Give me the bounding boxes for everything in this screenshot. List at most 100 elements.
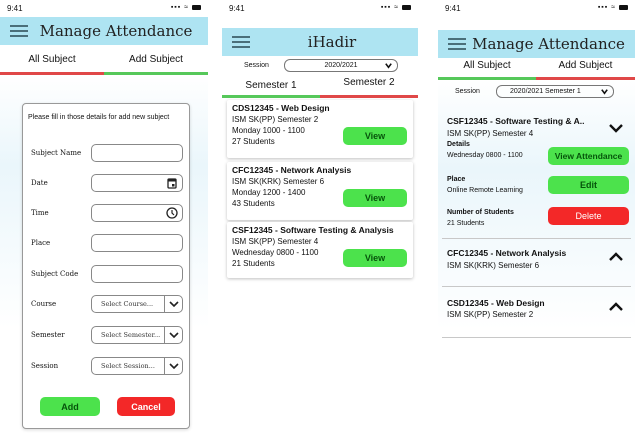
course-title: CSF12345 - Software Testing & Analysis <box>232 225 394 235</box>
tab-label: All Subject <box>28 54 76 65</box>
session-label: Session <box>244 62 269 69</box>
course-schedule: Wednesday 0800 - 1100 <box>232 248 319 257</box>
course-students: 43 Students <box>232 199 275 208</box>
date-input[interactable] <box>91 174 183 192</box>
cancel-button[interactable]: Cancel <box>117 397 175 416</box>
semester-select[interactable]: Select Semester... <box>91 326 183 344</box>
app-header: Manage Attendance <box>0 17 208 45</box>
chevron-down-icon[interactable] <box>164 358 182 374</box>
signal-wifi-battery-icon: ▪▪▪ ≈ <box>598 4 628 11</box>
place-input[interactable] <box>91 234 183 252</box>
details-value: Wednesday 0800 - 1100 <box>447 152 523 159</box>
session-selector-row: Session 2020/2021 Semester 1 <box>438 85 635 99</box>
add-button[interactable]: Add <box>40 397 100 416</box>
tab-label: All Subject <box>463 60 511 71</box>
semester-row: Semester Select Semester... <box>23 326 189 346</box>
course-program: ISM SK(PP) Semester 4 <box>232 237 319 246</box>
chevron-down-icon[interactable] <box>164 327 182 343</box>
chevron-down-icon[interactable] <box>164 296 182 312</box>
tab-all-subject[interactable]: All Subject <box>0 45 104 75</box>
page-title: Manage Attendance <box>472 35 625 53</box>
tab-all-subject[interactable]: All Subject <box>438 58 536 80</box>
view-attendance-button[interactable]: View Attendance <box>548 147 629 165</box>
time-input[interactable] <box>91 204 183 222</box>
hamburger-menu-icon[interactable] <box>448 38 466 50</box>
session-select[interactable]: Select Session... <box>91 357 183 375</box>
session-select[interactable]: 2020/2021 Semester 1 <box>496 85 614 98</box>
subject-code-input[interactable] <box>91 265 183 283</box>
status-time: 9:41 <box>445 4 461 13</box>
subject-name-label: Subject Name <box>31 149 82 157</box>
app-header: Manage Attendance <box>438 30 635 58</box>
page-title: Manage Attendance <box>39 22 193 40</box>
tab-add-subject[interactable]: Add Subject <box>104 45 208 75</box>
collapsed-course-card[interactable]: CFC12345 - Network Analysis ISM SK(KRK) … <box>442 242 631 282</box>
form-instructions: Please fill in those details for add new… <box>28 114 170 121</box>
add-subject-form: Please fill in those details for add new… <box>22 103 190 429</box>
place-label: Place <box>31 239 51 247</box>
semester-label: Semester <box>31 331 65 339</box>
status-time: 9:41 <box>229 4 245 13</box>
course-select-value: Select Course... <box>101 300 154 308</box>
delete-button[interactable]: Delete <box>548 207 629 225</box>
tab-add-subject[interactable]: Add Subject <box>536 58 635 80</box>
collapsed-course-card[interactable]: CSD12345 - Web Design ISM SK(PP) Semeste… <box>442 292 631 332</box>
course-select[interactable]: Select Course... <box>91 295 183 313</box>
course-row: Course Select Course... <box>23 295 189 315</box>
chevron-down-icon <box>385 63 392 69</box>
course-schedule: Monday 1200 - 1400 <box>232 188 306 197</box>
tab-label: Add Subject <box>129 54 183 65</box>
chevron-up-icon[interactable] <box>609 302 623 312</box>
tab-label: Semester 2 <box>343 77 395 88</box>
course-schedule: Monday 1000 - 1100 <box>232 126 305 135</box>
status-time: 9:41 <box>7 4 23 13</box>
course-card: CFC12345 - Network Analysis ISM SK(KRK) … <box>227 162 413 220</box>
view-button[interactable]: View <box>343 127 407 145</box>
semester-tabs: Semester 1 Semester 2 <box>222 74 418 98</box>
time-label: Time <box>31 209 49 217</box>
course-title: CDS12345 - Web Design <box>232 103 330 113</box>
course-program: ISM SK(PP) Semester 2 <box>232 115 319 124</box>
session-select-value: Select Session... <box>101 362 155 370</box>
edit-button[interactable]: Edit <box>548 176 629 194</box>
course-title: CSD12345 - Web Design <box>447 298 545 308</box>
add-subject-screen: 9:41 ▪▪▪ ≈ Manage Attendance All Subject… <box>0 0 208 437</box>
tab-bar: All Subject Add Subject <box>0 45 208 75</box>
date-label: Date <box>31 179 48 187</box>
course-title: CFC12345 - Network Analysis <box>232 165 352 175</box>
app-header: iHadir <box>222 28 418 56</box>
chevron-down-icon <box>601 89 608 95</box>
clock-icon[interactable] <box>166 207 178 219</box>
subject-code-row: Subject Code <box>23 265 189 285</box>
course-program: ISM SK(KRK) Semester 6 <box>447 261 540 270</box>
session-select[interactable]: 2020/2021 <box>284 59 398 72</box>
manage-attendance-screen: 9:41 ▪▪▪ ≈ Manage Attendance All Subject… <box>438 0 635 437</box>
hamburger-menu-icon[interactable] <box>232 36 250 48</box>
course-title: CFC12345 - Network Analysis <box>447 248 567 258</box>
chevron-up-icon[interactable] <box>609 252 623 262</box>
tab-semester-2[interactable]: Semester 2 <box>320 74 418 98</box>
view-button[interactable]: View <box>343 189 407 207</box>
hamburger-menu-icon[interactable] <box>10 25 28 37</box>
tab-label: Add Subject <box>558 60 613 71</box>
place-row: Place <box>23 234 189 254</box>
signal-wifi-battery-icon: ▪▪▪ ≈ <box>171 4 201 11</box>
calendar-icon[interactable] <box>166 177 178 189</box>
students-label: Number of Students <box>447 209 514 216</box>
course-card: CSF12345 - Software Testing & Analysis I… <box>227 222 413 278</box>
tab-semester-1[interactable]: Semester 1 <box>222 74 320 98</box>
semester-select-value: Select Semester... <box>101 331 161 339</box>
view-button[interactable]: View <box>343 249 407 267</box>
course-title: CSF12345 - Software Testing & A.. <box>447 116 585 126</box>
expanded-course-card: CSF12345 - Software Testing & A.. ISM SK… <box>442 104 631 236</box>
place-label: Place <box>447 176 466 183</box>
tab-label: Semester 1 <box>245 80 297 91</box>
divider <box>442 286 631 287</box>
students-value: 21 Students <box>447 220 485 227</box>
details-label: Details <box>447 141 470 148</box>
session-label: Session <box>31 362 59 370</box>
subject-name-input[interactable] <box>91 144 183 162</box>
tab-bar: All Subject Add Subject <box>438 58 635 80</box>
page-title: iHadir <box>307 33 357 51</box>
chevron-down-icon[interactable] <box>609 123 623 133</box>
